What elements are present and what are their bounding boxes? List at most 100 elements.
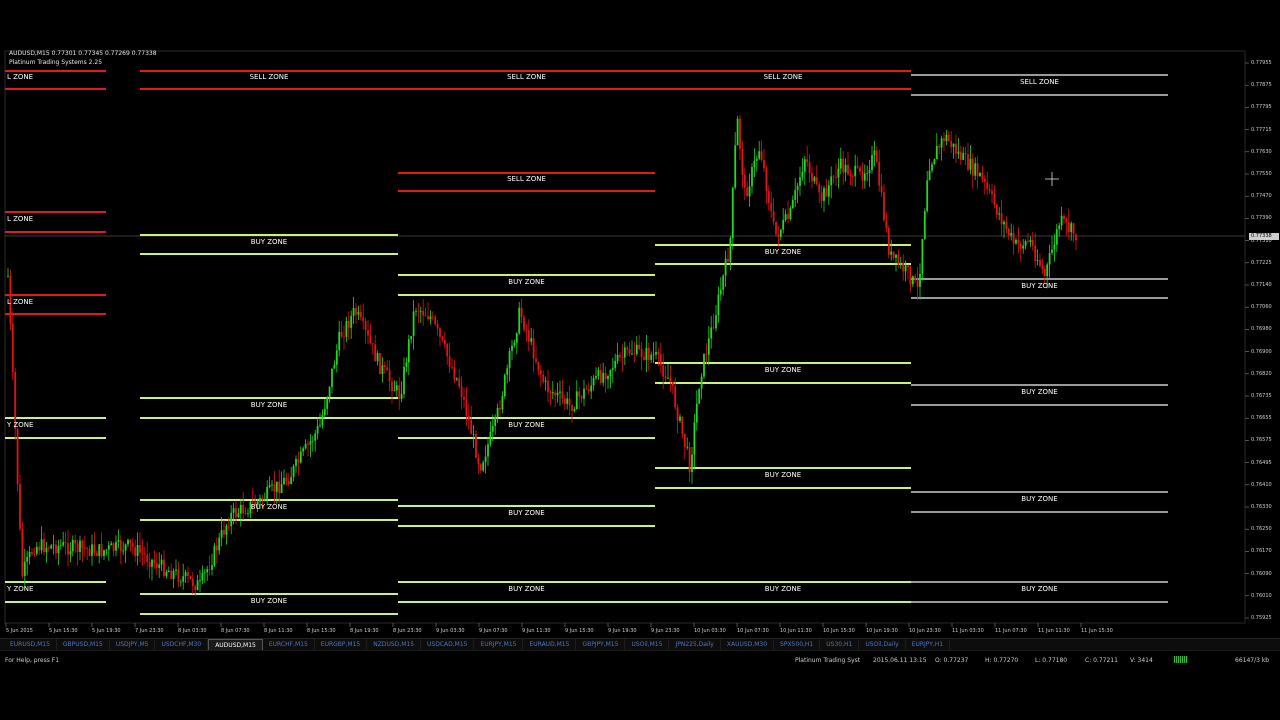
candle-body <box>705 353 708 355</box>
chart-tab[interactable]: XAUUSD,M30 <box>721 639 775 650</box>
candle-body <box>520 307 523 318</box>
candle-body <box>347 320 350 328</box>
candle-body <box>863 173 866 181</box>
chart-tab[interactable]: JPN225,Daily <box>669 639 721 650</box>
chart-tab[interactable]: GBPUSD,M15 <box>57 639 110 650</box>
candle-body <box>573 409 576 411</box>
chart-tab[interactable]: EURJPY,M15 <box>474 639 524 650</box>
chart-tab[interactable]: USDCHF,M30 <box>155 639 209 650</box>
candle-body <box>465 399 468 416</box>
candle-body <box>758 151 761 159</box>
candle-body <box>667 377 669 379</box>
candle-body <box>878 161 881 186</box>
candle-body <box>1000 213 1003 225</box>
candle-body <box>695 403 698 423</box>
candle-body <box>784 214 787 220</box>
chart-tab[interactable]: USOil,M15 <box>625 639 670 650</box>
candle-body <box>446 344 449 357</box>
candle-body <box>717 294 720 316</box>
candle-body <box>170 570 173 579</box>
buy-zone-label: BUY ZONE <box>1021 495 1058 503</box>
candle-body <box>441 336 444 340</box>
candle-body <box>657 351 660 354</box>
candle-body <box>1065 219 1068 223</box>
candle-body <box>842 158 845 173</box>
candle-body <box>295 458 297 466</box>
buy-zone-label: BUY ZONE <box>250 503 288 511</box>
candle-body <box>316 426 319 434</box>
chart-tab[interactable]: SPX500,H1 <box>774 639 821 650</box>
candle-body <box>931 164 933 171</box>
sell-zone-label: L ZONE <box>7 297 34 306</box>
plot-frame <box>4 50 1246 624</box>
buy-zone-label: BUY ZONE <box>764 471 802 479</box>
candle-body <box>597 370 600 377</box>
candle-body <box>43 539 45 553</box>
candle-body <box>230 512 233 527</box>
candle-body <box>158 564 161 568</box>
chart-tab[interactable]: EURJPY,H1 <box>906 639 951 650</box>
candle-body <box>211 565 213 570</box>
chart-tab[interactable]: AUDUSD,M15 <box>208 638 263 651</box>
candle-body <box>875 150 878 162</box>
candle-body <box>407 339 410 363</box>
candle-body <box>496 407 499 418</box>
chart-window[interactable]: AUDUSD,M15 0.77301 0.77345 0.77269 0.773… <box>0 46 1280 638</box>
candle-body <box>551 392 554 394</box>
candle-body <box>374 344 377 362</box>
candle-body <box>947 134 950 141</box>
chart-tab[interactable]: NZDUSD,M15 <box>367 639 422 650</box>
candle-body <box>357 311 360 315</box>
candle-body <box>815 177 818 185</box>
candle-body <box>23 561 26 576</box>
candle-body <box>544 380 547 382</box>
chart-tab[interactable]: US30,H1 <box>820 639 860 650</box>
candle-body <box>734 145 737 188</box>
candle-body <box>115 542 117 551</box>
candle-body <box>935 146 938 160</box>
candle-body <box>369 335 372 344</box>
buy-zone-label: BUY ZONE <box>250 237 288 246</box>
candle-body <box>431 316 434 318</box>
candle-body <box>508 350 511 369</box>
candle-body <box>194 586 197 591</box>
candle-body <box>998 213 1001 215</box>
candle-body <box>50 545 53 549</box>
connection-status-icon[interactable] <box>1174 656 1188 663</box>
chart-tab[interactable]: EURCHF,M15 <box>263 639 315 650</box>
price-chart-plot[interactable] <box>0 46 1280 638</box>
buy-zone-label: BUY ZONE <box>764 247 802 256</box>
candle-body <box>1043 268 1046 277</box>
candle-body <box>153 559 156 564</box>
chart-tab[interactable]: USOil,Daily <box>859 639 906 650</box>
candle-body <box>777 234 780 237</box>
candle-body <box>139 544 141 553</box>
candle-body <box>232 508 235 513</box>
time-tick-label: 11 Jun 11:30 <box>1038 628 1070 634</box>
chart-tab[interactable]: EURUSD,M15 <box>4 639 57 650</box>
candle-body <box>331 368 333 387</box>
chart-tab[interactable]: EURAUD,M15 <box>523 639 577 650</box>
candle-body <box>395 385 398 391</box>
candle-body <box>523 317 525 330</box>
candle-body <box>69 551 72 555</box>
sell-zone-label: SELL ZONE <box>763 73 803 81</box>
chart-tab[interactable]: USDJPY,M5 <box>110 639 156 650</box>
chart-tab[interactable]: EURGBP,M15 <box>315 639 368 650</box>
candle-body <box>371 343 374 345</box>
candle-body <box>203 572 206 574</box>
chart-tab[interactable]: GBPJPY,M15 <box>576 639 626 650</box>
candle-body <box>16 428 19 485</box>
candle-body <box>839 158 842 169</box>
chart-tab[interactable]: USDCAD,M15 <box>421 639 475 650</box>
candle-body <box>352 308 355 316</box>
candle-body <box>1022 245 1025 249</box>
candle-body <box>602 372 605 383</box>
time-tick-label: 10 Jun 07:30 <box>737 628 769 634</box>
candle-body <box>127 539 129 545</box>
candle-body <box>611 368 614 371</box>
candle-body <box>969 158 972 170</box>
sell-zone-label: SELL ZONE <box>249 73 289 81</box>
candle-body <box>643 357 645 360</box>
candle-body <box>503 374 506 397</box>
